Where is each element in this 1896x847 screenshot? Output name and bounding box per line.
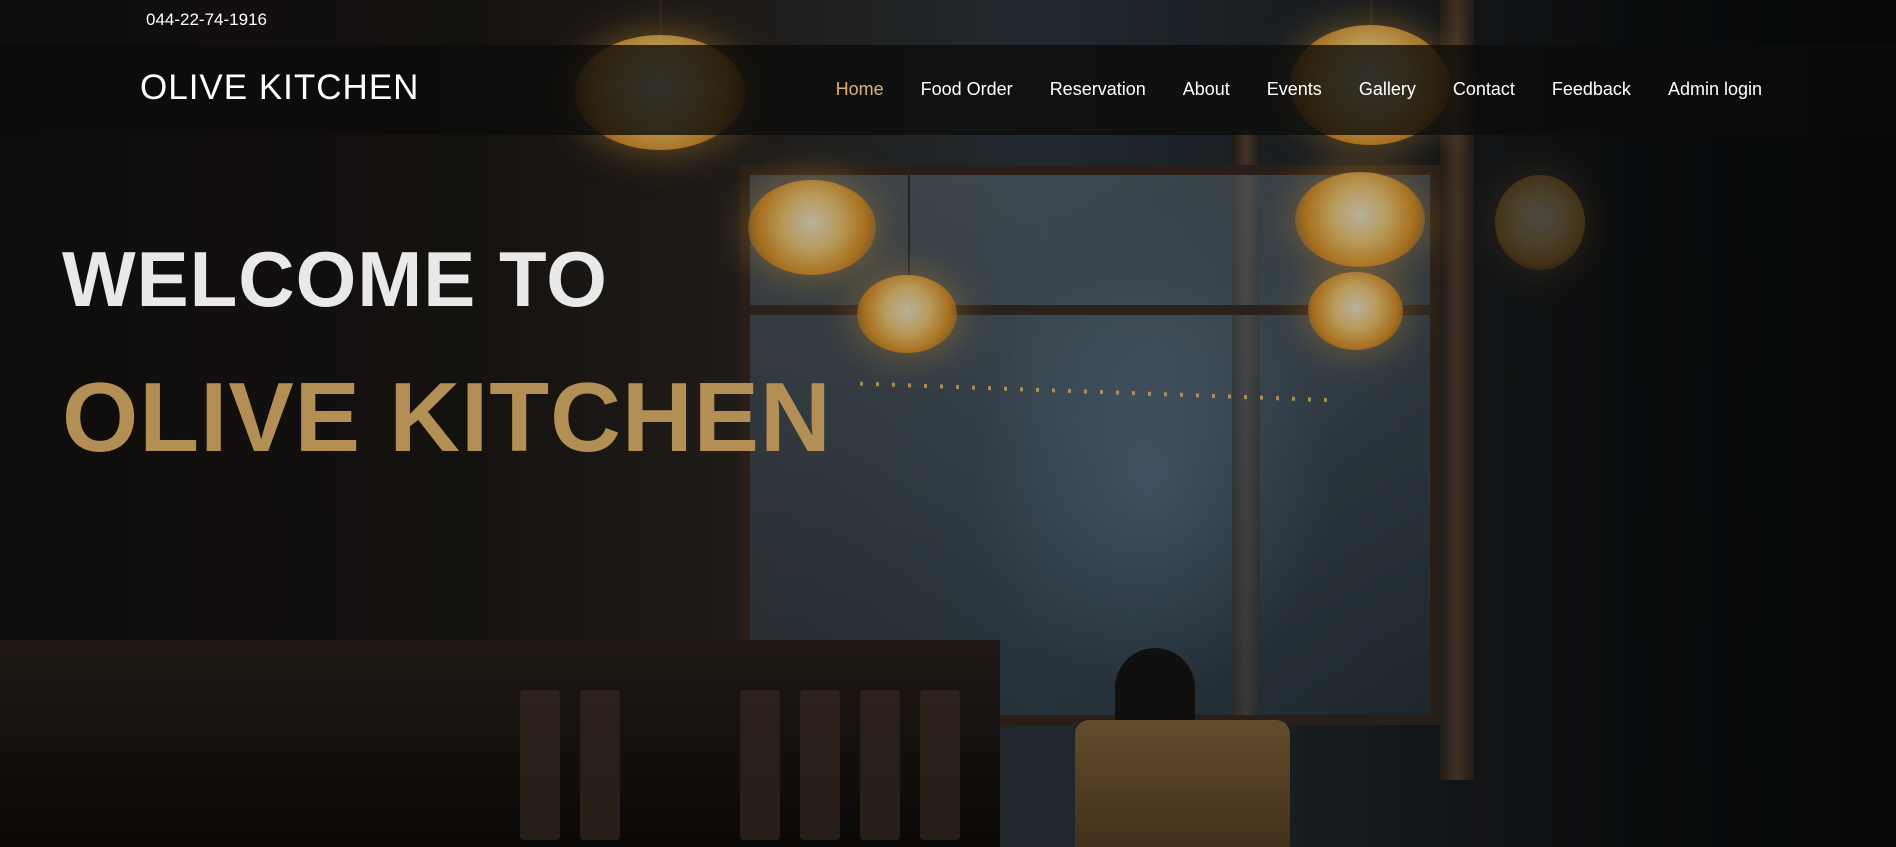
brand-logo-link[interactable]: OLIVE KITCHEN <box>140 68 419 108</box>
nav-link-home[interactable]: Home <box>836 79 884 100</box>
nav-link-admin-login[interactable]: Admin login <box>1668 79 1762 100</box>
nav-link-contact[interactable]: Contact <box>1453 79 1515 100</box>
nav-link-feedback[interactable]: Feedback <box>1552 79 1631 100</box>
main-nav: Home Food Order Reservation About Events Gall… <box>799 79 1762 100</box>
nav-link-reservation[interactable]: Reservation <box>1050 79 1146 100</box>
hero-title: OLIVE KITCHEN <box>62 362 832 472</box>
main-navbar: OLIVE KITCHEN Home Food Order Reservation A… <box>0 45 1896 135</box>
nav-link-about[interactable]: About <box>1183 79 1230 100</box>
phone-number: 044-22-74-1916 <box>146 10 267 29</box>
nav-link-events[interactable]: Events <box>1267 79 1322 100</box>
nav-link-food-order[interactable]: Food Order <box>921 79 1013 100</box>
top-contact-bar: 044-22-74-1916 <box>0 0 1896 45</box>
nav-link-gallery[interactable]: Gallery <box>1359 79 1416 100</box>
hero-welcome-text: WELCOME TO <box>62 235 608 323</box>
